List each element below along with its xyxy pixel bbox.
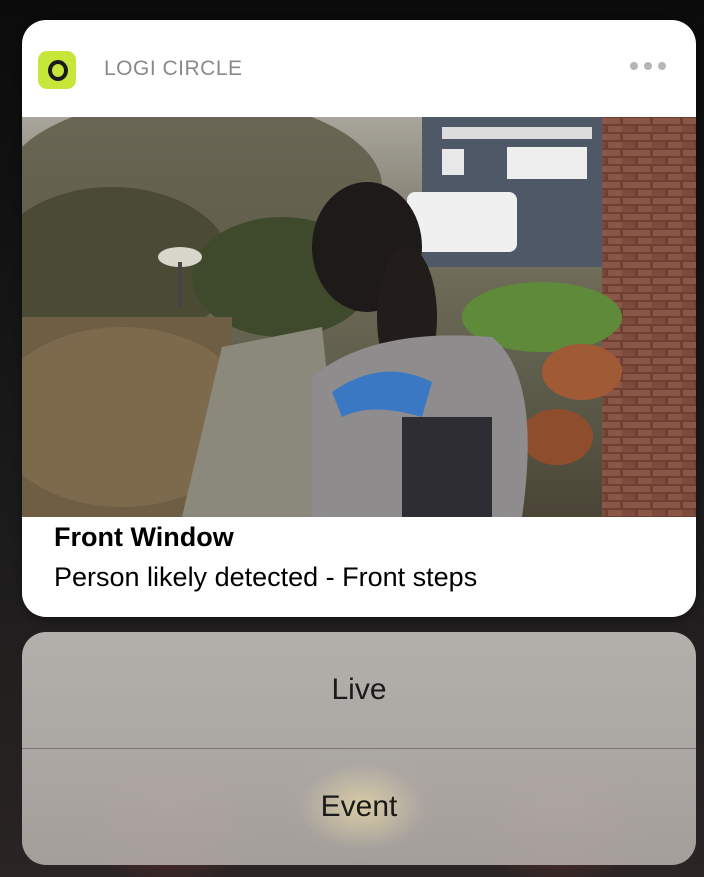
notification-card[interactable]: LOGI CIRCLE Front Window Person likely d… <box>22 20 696 617</box>
logi-circle-app-icon <box>38 51 76 89</box>
notification-actions-panel: Live Event <box>22 632 696 865</box>
camera-snapshot-image[interactable] <box>22 117 696 517</box>
notification-title: Front Window <box>54 522 234 552</box>
more-options-icon[interactable] <box>630 62 666 70</box>
app-name: LOGI CIRCLE <box>104 57 243 80</box>
notification-body: Person likely detected - Front steps <box>54 562 478 592</box>
event-button[interactable]: Event <box>22 749 696 865</box>
notification-header: LOGI CIRCLE <box>22 20 696 117</box>
live-button[interactable]: Live <box>22 632 696 748</box>
